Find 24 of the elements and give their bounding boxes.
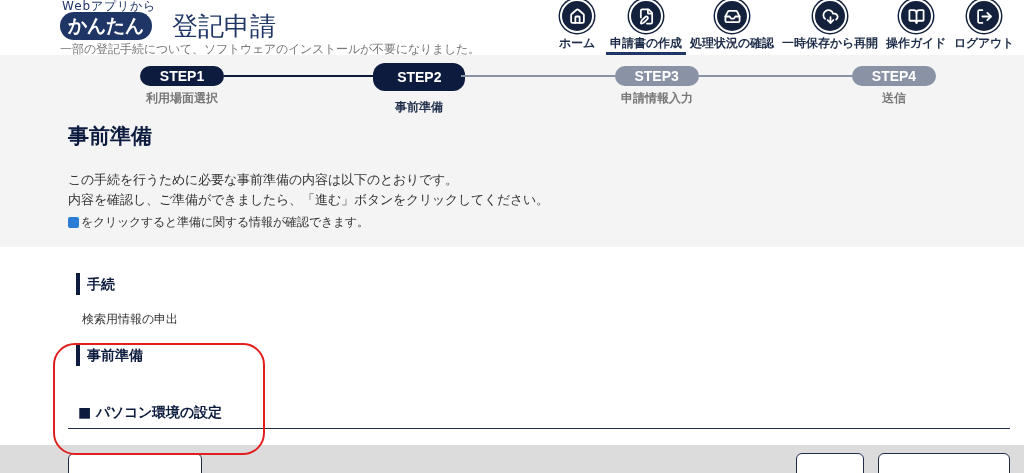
logo-subtitle: Webアプリから [62, 0, 157, 13]
intro-text: この手続を行うために必要な事前準備の内容は以下のとおりです。 内容を確認し、ご準備ができましたら、「進む」ボタンをクリックしてください。 [68, 171, 550, 209]
logo-title: 登記申請 [172, 10, 276, 43]
info-note: をクリックすると準備に関する情報が確認できます。 [81, 214, 369, 231]
step-badge: STEP1 [140, 66, 224, 86]
logo-badge: かんたん [60, 12, 152, 40]
page-title: 事前準備 [68, 123, 153, 150]
nav-item[interactable]: ログアウト [950, 0, 1018, 55]
step-label: 事前準備 [395, 99, 444, 116]
step-badge: STEP4 [852, 66, 936, 86]
nav-item[interactable]: 操作ガイド [882, 0, 950, 55]
logo-tagline: 一部の登記手続について、ソフトウェアのインストールが不要になりました。 [60, 42, 480, 56]
nav-item[interactable]: ホーム [548, 0, 606, 55]
nav-item[interactable]: 一時保存から再開 [778, 0, 882, 55]
step-badge: STEP3 [614, 66, 699, 86]
step-label: 申請情報入力 [620, 90, 693, 107]
step-badge: STEP2 [373, 63, 466, 91]
nav-item[interactable]: 処理状況の確認 [686, 0, 778, 55]
step-label: 利用場面選択 [146, 90, 218, 107]
section-heading: 事前準備 [76, 344, 1010, 366]
subsection-heading: ■ パソコン環境の設定 [68, 404, 1010, 429]
section-heading: 手続 [76, 273, 1010, 295]
step-label: 送信 [882, 90, 906, 107]
procedure-name: 検索用情報の申出 [82, 311, 179, 328]
